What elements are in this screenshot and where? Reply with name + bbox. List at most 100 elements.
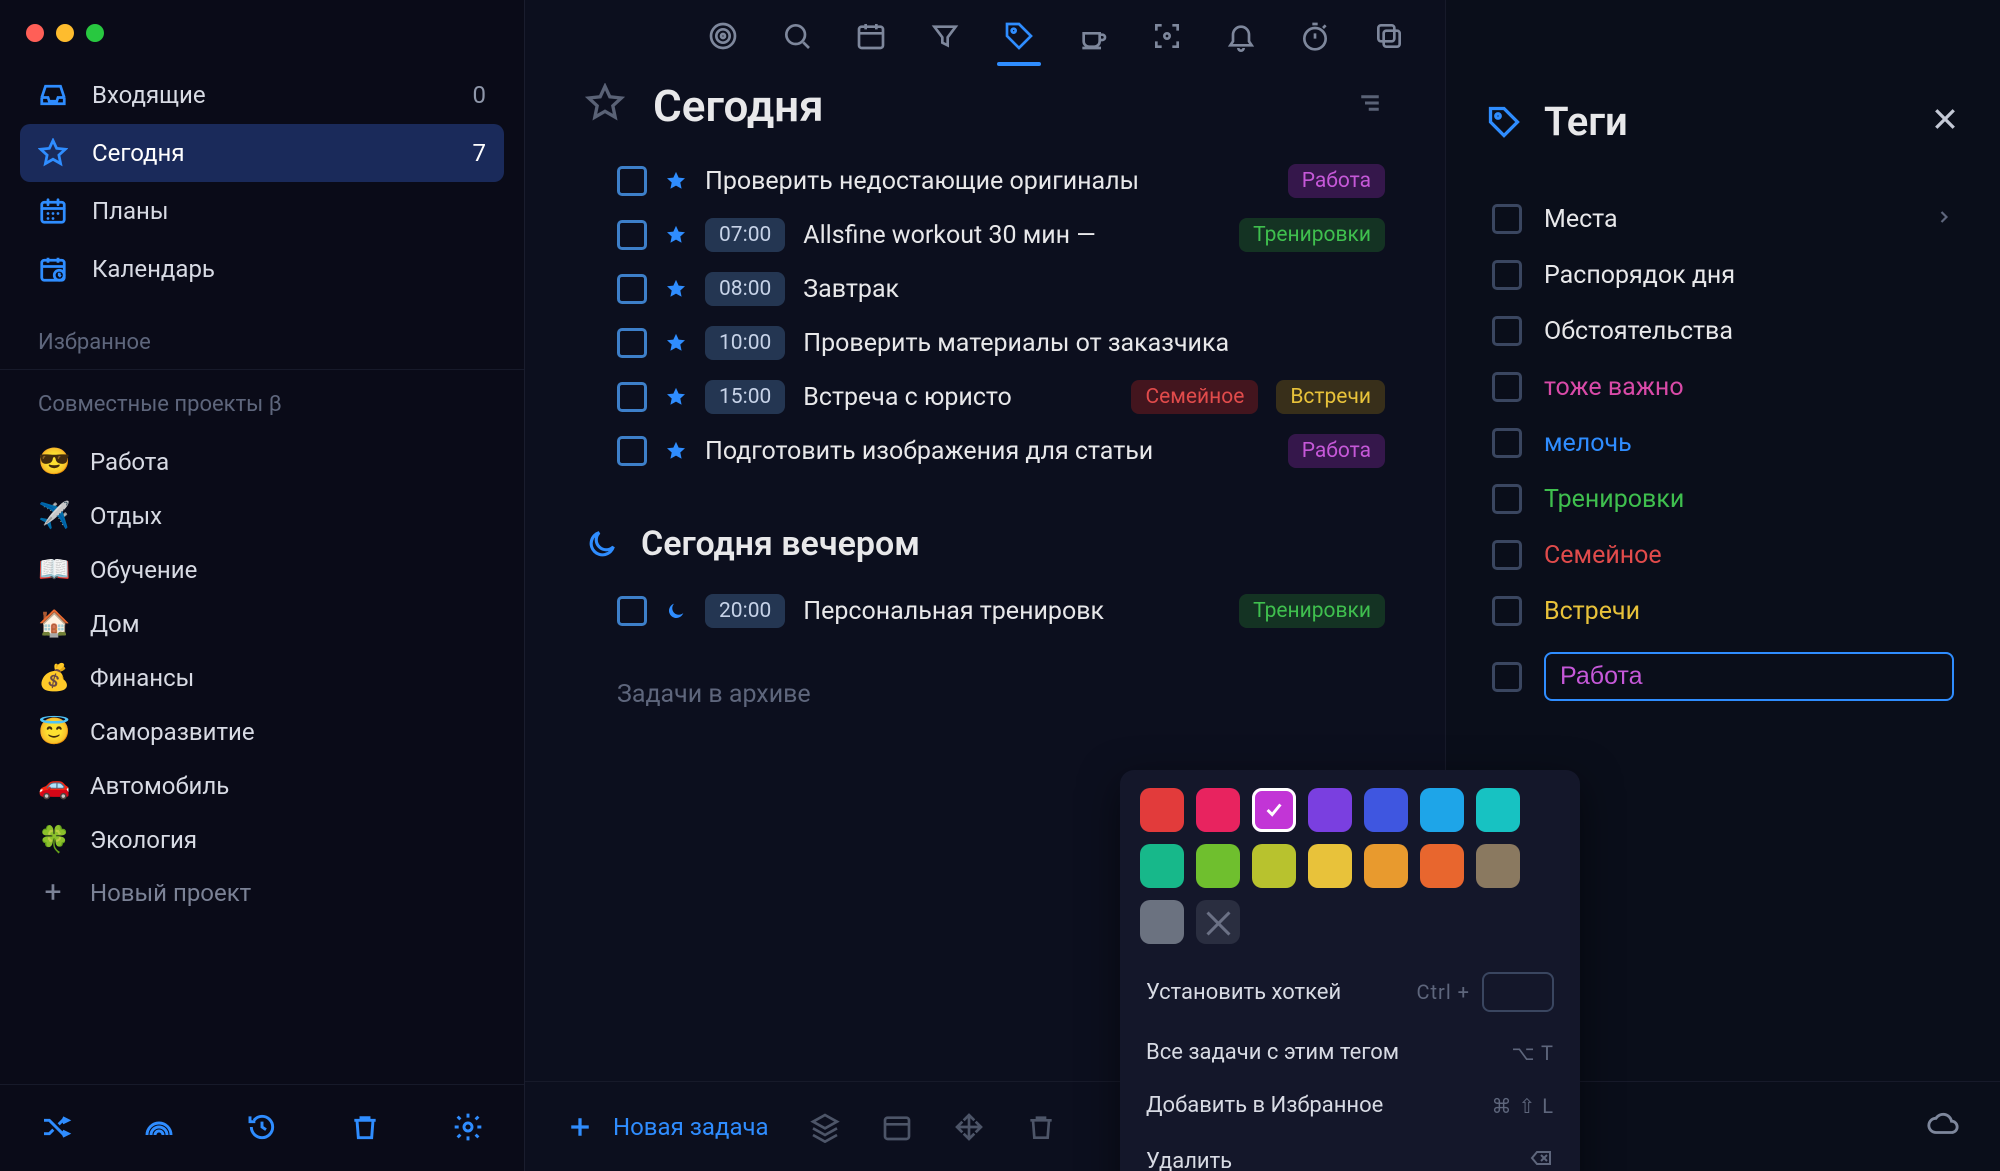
layers-icon[interactable] — [809, 1111, 841, 1143]
nav-plans[interactable]: Планы — [20, 182, 504, 240]
task-checkbox[interactable] — [617, 382, 647, 412]
filter-icon[interactable] — [929, 20, 961, 52]
tag-icon[interactable] — [1003, 20, 1035, 52]
color-swatch[interactable] — [1364, 788, 1408, 832]
project-item[interactable]: 😎Работа — [20, 435, 504, 489]
trash-icon[interactable] — [349, 1111, 381, 1143]
color-swatch[interactable] — [1140, 788, 1184, 832]
history-icon[interactable] — [246, 1111, 278, 1143]
coffee-icon[interactable] — [1077, 20, 1109, 52]
shuffle-icon[interactable] — [40, 1111, 72, 1143]
tag-name-input[interactable] — [1544, 652, 1954, 701]
calendar-icon[interactable] — [855, 20, 887, 52]
rainbow-icon[interactable] — [143, 1111, 175, 1143]
traffic-close-icon[interactable] — [26, 24, 44, 42]
new-project-button[interactable]: +Новый проект — [20, 867, 504, 919]
target-icon[interactable] — [707, 20, 739, 52]
color-swatch[interactable] — [1252, 844, 1296, 888]
task-checkbox[interactable] — [617, 166, 647, 196]
tag-row[interactable]: Тренировки — [1486, 471, 1960, 527]
color-swatch[interactable] — [1476, 788, 1520, 832]
task-checkbox[interactable] — [617, 220, 647, 250]
task-row[interactable]: Проверить недостающие оригиналыРабота — [525, 154, 1445, 208]
traffic-zoom-icon[interactable] — [86, 24, 104, 42]
color-swatch[interactable] — [1364, 844, 1408, 888]
color-swatch[interactable] — [1308, 844, 1352, 888]
project-item[interactable]: ✈️Отдых — [20, 489, 504, 543]
tag-checkbox[interactable] — [1492, 316, 1522, 346]
add-to-favorites-row[interactable]: Добавить в Избранное ⌘ ⇧ L — [1140, 1079, 1560, 1132]
task-row[interactable]: 10:00Проверить материалы от заказчика — [525, 316, 1445, 370]
move-icon[interactable] — [953, 1111, 985, 1143]
view-options-icon[interactable] — [1355, 88, 1385, 124]
tag-checkbox[interactable] — [1492, 662, 1522, 692]
task-tag[interactable]: Работа — [1288, 434, 1385, 468]
chevron-right-icon[interactable] — [1934, 205, 1954, 233]
set-hotkey-row[interactable]: Установить хоткей Ctrl + — [1140, 958, 1560, 1026]
color-swatch[interactable] — [1140, 844, 1184, 888]
nav-today[interactable]: Сегодня 7 — [20, 124, 504, 182]
bell-icon[interactable] — [1225, 20, 1257, 52]
tag-checkbox[interactable] — [1492, 204, 1522, 234]
color-swatch[interactable] — [1420, 788, 1464, 832]
task-row[interactable]: 07:00Allsfine workout 30 мин —Тренировки — [525, 208, 1445, 262]
task-tag[interactable]: Тренировки — [1239, 594, 1385, 628]
color-swatch[interactable] — [1196, 844, 1240, 888]
all-tasks-with-tag-row[interactable]: Все задачи с этим тегом ⌥ T — [1140, 1026, 1560, 1079]
project-item[interactable]: 🚗Автомобиль — [20, 759, 504, 813]
task-row[interactable]: 08:00Завтрак — [525, 262, 1445, 316]
task-row[interactable]: 15:00Встреча с юристоСемейноеВстречи — [525, 370, 1445, 424]
color-swatch[interactable] — [1308, 788, 1352, 832]
trash-small-icon[interactable] — [1025, 1111, 1057, 1143]
tag-row[interactable]: тоже важно — [1486, 359, 1960, 415]
color-swatch[interactable] — [1140, 900, 1184, 944]
task-tag[interactable]: Семейное — [1131, 380, 1258, 414]
project-item[interactable]: 🏠Дом — [20, 597, 504, 651]
tag-row[interactable]: Встречи — [1486, 583, 1960, 639]
tag-checkbox[interactable] — [1492, 372, 1522, 402]
nav-calendar[interactable]: Календарь — [20, 240, 504, 298]
color-swatch[interactable] — [1252, 788, 1296, 832]
focus-icon[interactable] — [1151, 20, 1183, 52]
traffic-minimize-icon[interactable] — [56, 24, 74, 42]
no-color-swatch[interactable] — [1196, 900, 1240, 944]
tag-row[interactable]: мелочь — [1486, 415, 1960, 471]
close-panel-button[interactable] — [1930, 104, 1960, 140]
task-tag[interactable]: Тренировки — [1239, 218, 1385, 252]
tag-row[interactable]: Места — [1486, 191, 1960, 247]
task-checkbox[interactable] — [617, 274, 647, 304]
task-tag[interactable]: Встречи — [1276, 380, 1385, 414]
copy-icon[interactable] — [1373, 20, 1405, 52]
task-row[interactable]: 20:00Персональная тренировкТренировки — [525, 584, 1445, 638]
color-swatch[interactable] — [1196, 788, 1240, 832]
project-item[interactable]: 🍀Экология — [20, 813, 504, 867]
nav-inbox[interactable]: Входящие 0 — [20, 66, 504, 124]
color-swatch[interactable] — [1476, 844, 1520, 888]
task-tag[interactable]: Работа — [1288, 164, 1385, 198]
hotkey-input[interactable] — [1482, 972, 1554, 1012]
tag-row[interactable]: Распорядок дня — [1486, 247, 1960, 303]
task-checkbox[interactable] — [617, 596, 647, 626]
tag-checkbox[interactable] — [1492, 596, 1522, 626]
project-item[interactable]: 😇Саморазвитие — [20, 705, 504, 759]
tag-checkbox[interactable] — [1492, 540, 1522, 570]
project-item[interactable]: 📖Обучение — [20, 543, 504, 597]
tag-checkbox[interactable] — [1492, 260, 1522, 290]
tag-row[interactable]: Обстоятельства — [1486, 303, 1960, 359]
new-task-button[interactable]: Новая задача — [565, 1112, 769, 1142]
search-icon[interactable] — [781, 20, 813, 52]
tag-row-editing[interactable] — [1486, 639, 1960, 714]
color-swatch[interactable] — [1420, 844, 1464, 888]
settings-icon[interactable] — [452, 1111, 484, 1143]
tag-checkbox[interactable] — [1492, 484, 1522, 514]
task-checkbox[interactable] — [617, 436, 647, 466]
task-row[interactable]: Подготовить изображения для статьиРабота — [525, 424, 1445, 478]
tag-row[interactable]: Семейное — [1486, 527, 1960, 583]
task-checkbox[interactable] — [617, 328, 647, 358]
cloud-sync-icon[interactable] — [1926, 1107, 1960, 1147]
stopwatch-icon[interactable] — [1299, 20, 1331, 52]
archived-tasks-label[interactable]: Задачи в архиве — [525, 638, 1445, 719]
tag-checkbox[interactable] — [1492, 428, 1522, 458]
calendar-small-icon[interactable] — [881, 1111, 913, 1143]
project-item[interactable]: 💰Финансы — [20, 651, 504, 705]
